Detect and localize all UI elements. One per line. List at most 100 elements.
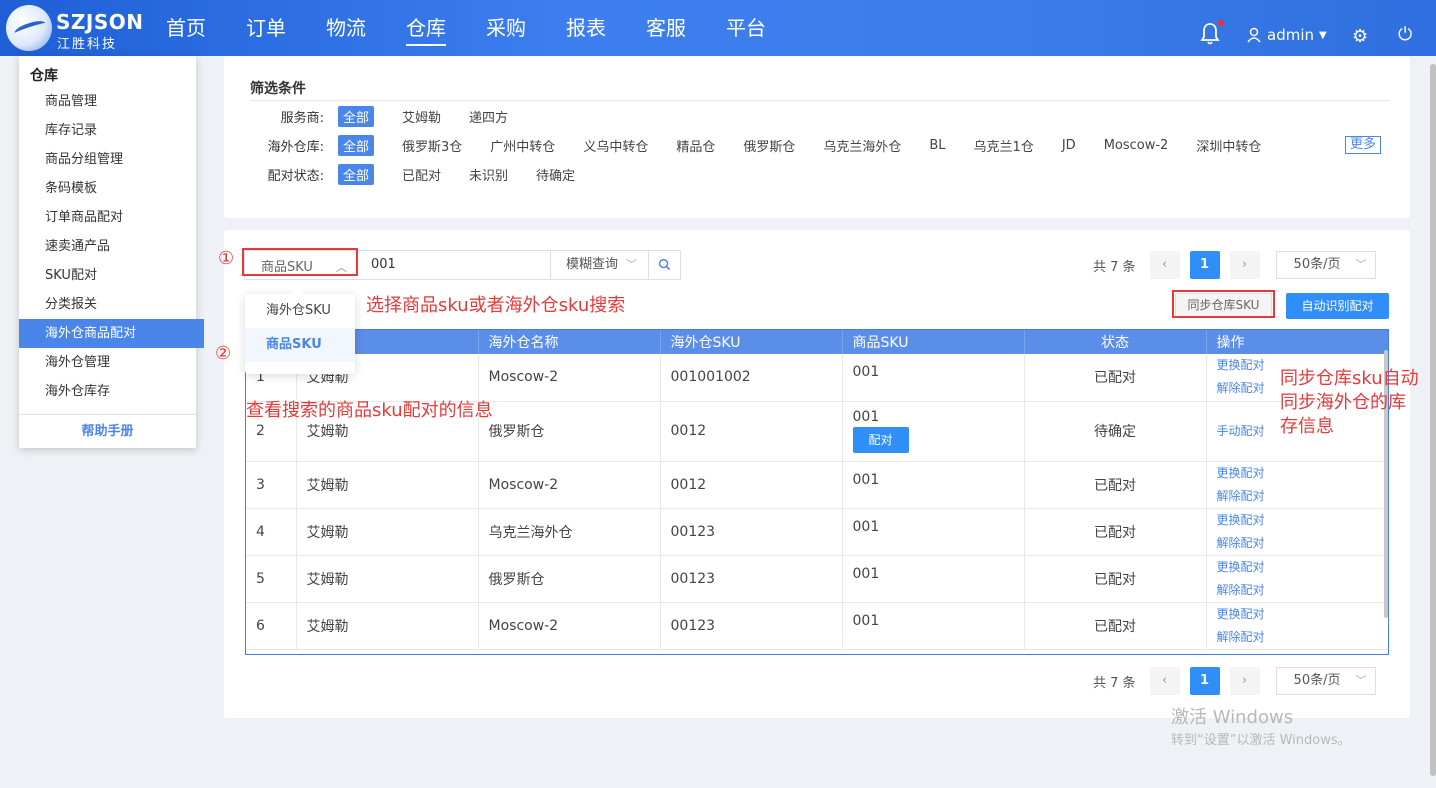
annotation-select-hint: 选择商品sku或者海外仓sku搜索	[366, 295, 626, 316]
chevron-down-icon: ﹀	[1355, 258, 1367, 271]
match-button[interactable]: 配对	[852, 427, 909, 453]
nav-logistics[interactable]: 物流	[306, 0, 386, 56]
sidebar-item-goods-group[interactable]: 商品分组管理	[19, 145, 196, 174]
page-size-select[interactable]: 50条/页 ﹀	[1275, 667, 1376, 695]
table-row: 4 艾姆勒 乌克兰海外仓 00123 001 已配对 更换配对 解除配对	[246, 508, 1388, 556]
warehouse-cell: 乌克兰海外仓	[478, 508, 661, 556]
change-match-link[interactable]: 更换配对	[1217, 556, 1388, 579]
column-header: 海外仓SKU	[660, 330, 843, 354]
page-number[interactable]: 1	[1189, 667, 1220, 695]
sidebar-item-aliexpress[interactable]: 速卖通产品	[19, 232, 196, 261]
sidebar-item-overseas-stock[interactable]: 海外仓库存	[19, 377, 196, 406]
filter-option[interactable]: JD	[1062, 138, 1076, 153]
dropdown-option-goods-sku[interactable]: 商品SKU	[245, 328, 355, 362]
nav-orders[interactable]: 订单	[226, 0, 306, 56]
change-match-link[interactable]: 更换配对	[1217, 603, 1388, 626]
search-button[interactable]	[648, 250, 681, 280]
ops-cell: 更换配对 解除配对	[1206, 461, 1388, 509]
sidebar-item-sku-match[interactable]: SKU配对	[19, 261, 196, 290]
filter-option[interactable]: 未识别	[469, 165, 508, 184]
warehouse-sku-cell: 0012	[660, 461, 843, 509]
search-input[interactable]: 001	[357, 250, 551, 280]
provider-cell: 艾姆勒	[296, 602, 479, 650]
power-icon[interactable]: ⏻	[1398, 24, 1412, 45]
help-link[interactable]: 帮助手册	[19, 414, 196, 448]
warehouse-sku-cell: 00123	[660, 602, 843, 650]
filter-option[interactable]: 俄罗斯3仓	[402, 136, 462, 155]
goods-sku-cell: 001	[842, 602, 1025, 650]
change-match-link[interactable]: 更换配对	[1217, 509, 1388, 532]
goods-sku-cell: 001 配对	[842, 401, 1025, 462]
row-number: 5	[246, 555, 297, 603]
more-button[interactable]: 更多	[1345, 136, 1382, 154]
prev-page-button[interactable]: ‹	[1149, 667, 1180, 695]
nav-reports[interactable]: 报表	[546, 0, 626, 56]
search-mode-value: 模糊查询	[566, 257, 619, 272]
sidebar-item-goods[interactable]: 商品管理	[19, 87, 196, 116]
unmatch-link[interactable]: 解除配对	[1217, 485, 1388, 508]
nav-platform[interactable]: 平台	[706, 0, 786, 56]
unmatch-link[interactable]: 解除配对	[1217, 626, 1388, 649]
filter-option[interactable]: 递四方	[469, 107, 508, 126]
page-scrollbar[interactable]	[1430, 64, 1436, 776]
filter-option[interactable]: 乌克兰海外仓	[823, 136, 901, 155]
sidebar-item-barcode[interactable]: 条码模板	[19, 174, 196, 203]
pagination-total: 共 7 条	[1093, 675, 1136, 691]
sidebar: 仓库 商品管理 库存记录 商品分组管理 条码模板 订单商品配对 速卖通产品 SK…	[19, 56, 204, 448]
nav-purchase[interactable]: 采购	[466, 0, 546, 56]
filter-option[interactable]: 艾姆勒	[402, 107, 441, 126]
sidebar-item-customs[interactable]: 分类报关	[19, 290, 196, 319]
chevron-down-icon: ﹀	[626, 258, 638, 271]
page-size-select[interactable]: 50条/页 ﹀	[1275, 251, 1376, 279]
search-mode-select[interactable]: 模糊查询 ﹀	[550, 250, 649, 280]
next-page-button[interactable]: ›	[1229, 251, 1260, 279]
warehouse-cell: Moscow-2	[478, 461, 661, 509]
filter-option[interactable]: 俄罗斯仓	[743, 136, 795, 155]
filter-option[interactable]: BL	[929, 138, 945, 153]
pagination-total: 共 7 条	[1093, 259, 1136, 275]
unmatch-link[interactable]: 解除配对	[1217, 579, 1388, 602]
annotation-box-sync	[1172, 290, 1275, 318]
next-page-button[interactable]: ›	[1229, 667, 1260, 695]
column-header: 商品SKU	[842, 330, 1025, 354]
sidebar-item-stock-log[interactable]: 库存记录	[19, 116, 196, 145]
dropdown-option-overseas-sku[interactable]: 海外仓SKU	[245, 294, 355, 328]
nav-service[interactable]: 客服	[626, 0, 706, 56]
filter-option[interactable]: 全部	[338, 163, 375, 185]
nav-warehouse[interactable]: 仓库	[386, 0, 466, 56]
table-row: 1 艾姆勒 Moscow-2 001001002 001 已配对 更换配对 解除…	[246, 354, 1388, 402]
filter-option[interactable]: 深圳中转仓	[1196, 136, 1261, 155]
brand-name: SZJSON	[56, 10, 144, 34]
filter-option[interactable]: 乌克兰1仓	[974, 136, 1034, 155]
ops-cell: 更换配对 解除配对	[1206, 555, 1388, 603]
filter-option[interactable]: Moscow-2	[1104, 138, 1169, 153]
filter-option[interactable]: 已配对	[402, 165, 441, 184]
annotation-number-2: ②	[215, 343, 232, 364]
windows-activation-hint: 转到“设置”以激活 Windows。	[1171, 733, 1351, 748]
pagination-bottom: 共 7 条 ‹ 1 › 50条/页 ﹀	[1093, 666, 1376, 696]
warehouse-cell: 俄罗斯仓	[478, 401, 661, 462]
sidebar-item-order-match[interactable]: 订单商品配对	[19, 203, 196, 232]
annotation-sync-line: 同步海外仓的库	[1280, 392, 1406, 413]
sidebar-item-overseas-match[interactable]: 海外仓商品配对	[19, 319, 204, 348]
change-match-link[interactable]: 更换配对	[1217, 462, 1388, 485]
sidebar-item-overseas-manage[interactable]: 海外仓管理	[19, 348, 196, 377]
column-header: 状态	[1024, 330, 1207, 354]
filter-option[interactable]: 待确定	[536, 165, 575, 184]
filter-option[interactable]: 全部	[338, 105, 375, 127]
unmatch-link[interactable]: 解除配对	[1217, 532, 1388, 555]
filter-option[interactable]: 义乌中转仓	[583, 136, 648, 155]
user-menu[interactable]: admin ▼	[1246, 26, 1327, 44]
filter-option[interactable]: 全部	[338, 134, 375, 156]
auto-match-button[interactable]: 自动识别配对	[1286, 293, 1389, 319]
filter-option[interactable]: 精品仓	[676, 136, 715, 155]
main-nav: 首页 订单 物流 仓库 采购 报表 客服 平台	[146, 0, 786, 56]
gear-icon[interactable]: ⚙	[1352, 26, 1368, 47]
page-number[interactable]: 1	[1189, 251, 1220, 279]
filter-row-warehouse: 海外仓库: 全部 俄罗斯3仓 广州中转仓 义乌中转仓 精品仓 俄罗斯仓 乌克兰海…	[250, 134, 1289, 156]
bell-icon[interactable]	[1198, 22, 1222, 46]
prev-page-button[interactable]: ‹	[1149, 251, 1180, 279]
filter-option[interactable]: 广州中转仓	[490, 136, 555, 155]
filter-label: 配对状态:	[267, 168, 324, 184]
nav-home[interactable]: 首页	[146, 0, 226, 56]
